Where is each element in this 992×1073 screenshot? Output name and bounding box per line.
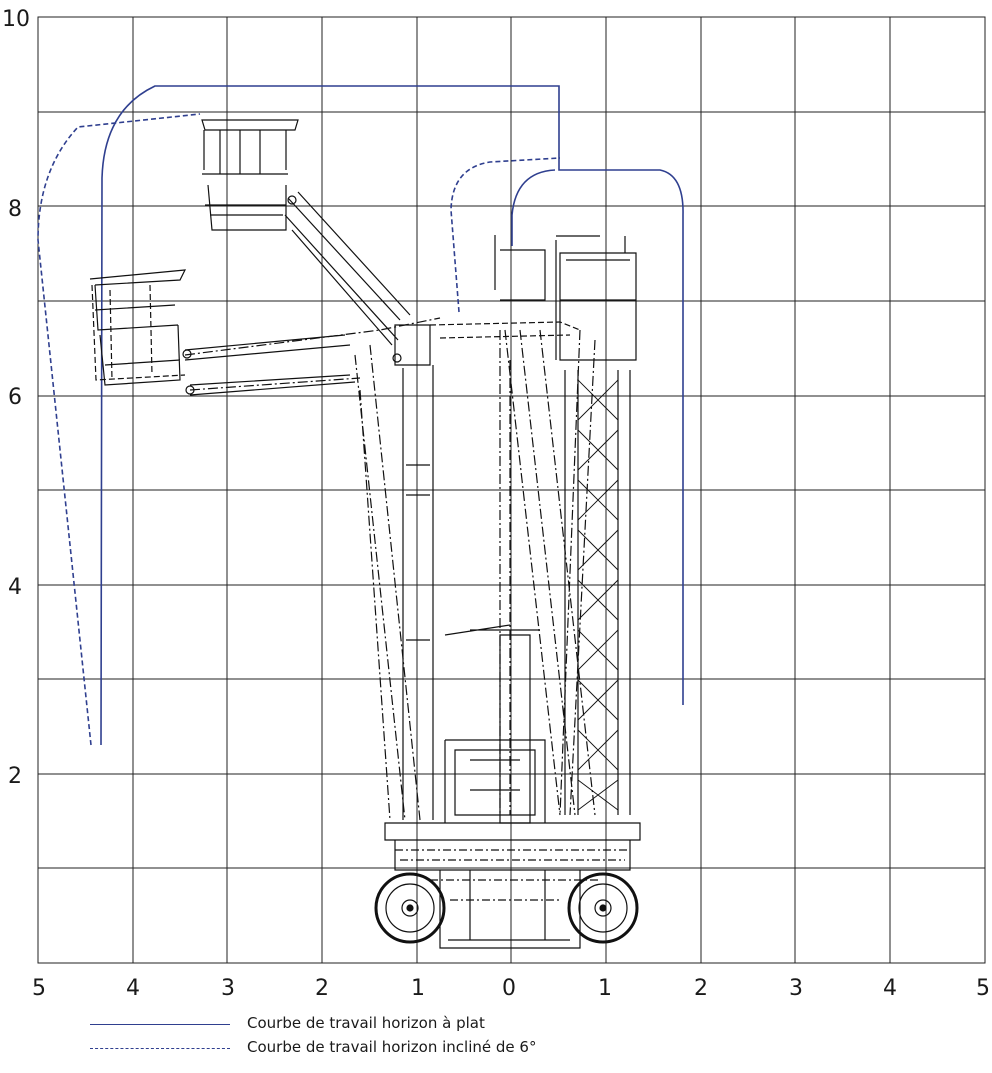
- x-tick-label: 1: [598, 976, 612, 1001]
- y-tick-label: 2: [8, 764, 22, 789]
- lower-post: [444, 624, 540, 824]
- y-tick-label: 4: [8, 575, 22, 600]
- x-tick-label: 5: [976, 976, 990, 1001]
- y-tick-label: 10: [2, 7, 30, 32]
- x-tick-label: 5: [32, 976, 46, 1001]
- legend-dashed-line: [90, 1048, 230, 1049]
- legend-label-inclined: Courbe de travail horizon incliné de 6°: [247, 1038, 537, 1056]
- flat-horizon-curve: [100, 85, 684, 746]
- x-tick-label: 2: [315, 976, 329, 1001]
- grid: [37, 16, 986, 964]
- lower-basket-dashed: [91, 284, 186, 381]
- pivot-joint: [392, 353, 402, 363]
- aerial-work-platform-drawing: [89, 119, 641, 949]
- elevated-column: [402, 365, 434, 820]
- working-envelope-diagram: 10 8 6 4 2 5 4 3 2 1 0 1 2 3 4 5: [2, 7, 990, 1001]
- tilted-mast-outline: [499, 329, 596, 816]
- x-tick-label: 0: [502, 976, 516, 1001]
- elevated-column-dashed: [354, 344, 421, 821]
- legend-solid-line: [90, 1024, 230, 1025]
- left-wheel-icon: [374, 872, 446, 944]
- flat-horizon-curve-inner: [511, 169, 556, 246]
- x-tick-label: 2: [694, 976, 708, 1001]
- inclined-horizon-curve: [37, 113, 201, 746]
- x-tick-label: 1: [411, 976, 425, 1001]
- y-tick-label: 8: [8, 197, 22, 222]
- y-axis-labels: 10 8 6 4 2: [2, 7, 30, 789]
- lower-boom-dashed: [184, 317, 441, 391]
- lower-basket: [89, 269, 187, 386]
- x-tick-label: 4: [883, 976, 897, 1001]
- x-tick-label: 4: [126, 976, 140, 1001]
- x-tick-label: 3: [789, 976, 803, 1001]
- x-axis-labels: 5 4 3 2 1 0 1 2 3 4 5: [32, 976, 990, 1001]
- right-wheel-icon: [567, 872, 639, 944]
- upper-basket: [201, 119, 299, 231]
- working-curves: [37, 85, 684, 746]
- y-tick-label: 6: [8, 385, 22, 410]
- chassis: [384, 822, 641, 949]
- legend-label-flat: Courbe de travail horizon à plat: [247, 1014, 485, 1032]
- x-tick-label: 3: [221, 976, 235, 1001]
- stowed-mast-bracing: [577, 379, 619, 811]
- inclined-horizon-curve-right: [450, 157, 561, 313]
